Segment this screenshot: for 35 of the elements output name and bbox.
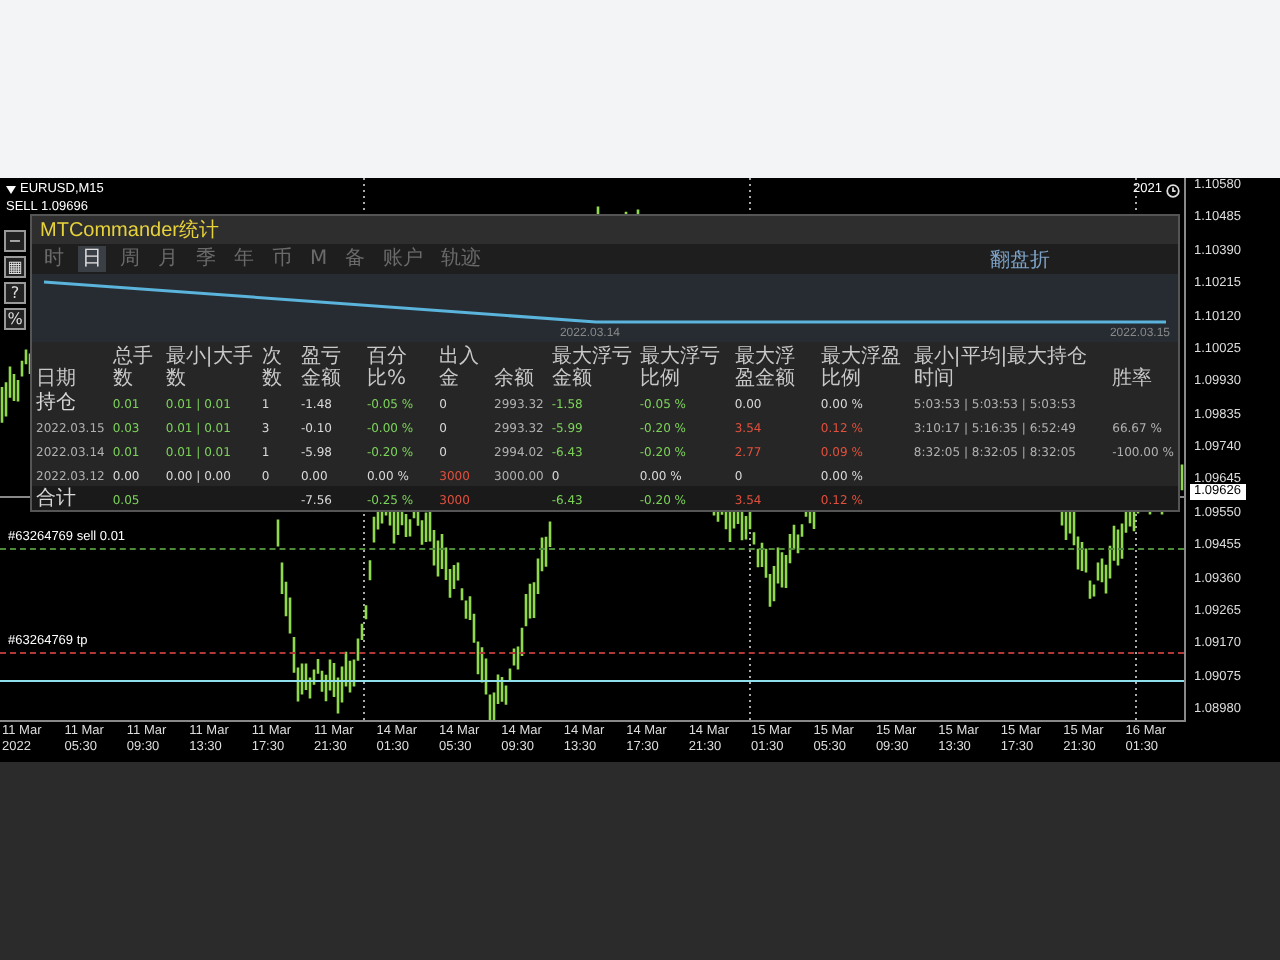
table-cell: 持仓 [36,392,76,414]
tool-button[interactable]: ▦ [4,256,26,278]
period-tab[interactable]: 备 [341,246,370,272]
clock-icon [1166,183,1180,197]
column-header: 总手数 [110,343,155,390]
period-tab[interactable]: 周 [116,246,144,272]
column-header: 次数 [259,344,284,390]
mode-label: 翻盘折 [990,247,1050,273]
column-header: 最大浮亏金额 [549,343,634,390]
column-header: 出入金 [437,343,482,390]
tool-button[interactable]: − [4,230,26,252]
period-tab[interactable]: 季 [192,246,220,272]
period-tab[interactable]: M [306,246,332,272]
column-header: 日期 [34,365,78,390]
period-tab[interactable]: 日 [78,246,106,272]
period-tab[interactable]: 账户 [379,246,428,272]
column-header: 余额 [492,365,537,390]
period-tab[interactable]: 年 [230,246,258,272]
column-header: 最大浮亏比例 [637,343,722,390]
tool-button[interactable]: % [4,308,26,330]
column-header: 最大浮盈比例 [818,343,903,390]
period-tab[interactable]: 轨迹 [437,246,486,272]
period-tab[interactable]: 月 [154,246,182,272]
column-header: 最小|平均|最大持仓时间 [911,343,1090,390]
triangle-icon [6,186,16,194]
column-header: 盈亏金额 [298,344,343,390]
table-cell: 合计 [36,488,76,510]
period-tab[interactable]: 时 [40,246,68,272]
tool-button[interactable]: ? [4,282,26,304]
period-tab[interactable]: 币 [268,246,296,272]
panel-title: MTCommander统计 [40,217,219,244]
column-header: 最小|大手数 [163,343,255,390]
column-header: 百分比% [364,344,409,390]
column-header: 胜率 [1110,365,1155,390]
column-header: 最大浮盈金额 [732,343,797,390]
